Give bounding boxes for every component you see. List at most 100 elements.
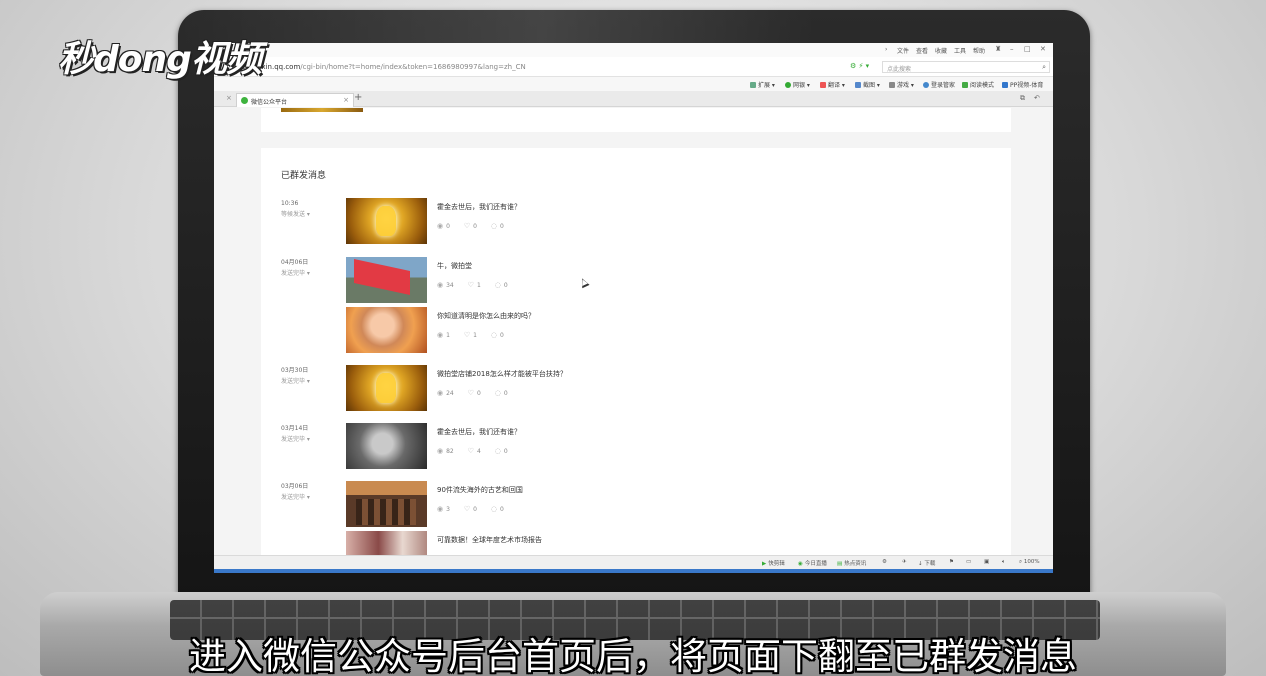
close-icon[interactable]: × bbox=[343, 96, 349, 104]
menu-favorites[interactable]: 收藏 bbox=[935, 46, 947, 55]
close-icon[interactable]: ✕ bbox=[1040, 45, 1046, 53]
article-title[interactable]: 可靠数据！全球年度艺术市场报告 bbox=[437, 535, 542, 545]
status-label: 发送完毕 bbox=[281, 378, 306, 385]
message-item[interactable]: 霍金去世后，我们还有谁？ ◉ 0 ♡ 0 ◌ 0 bbox=[346, 198, 986, 244]
heart-icon: ♡ bbox=[463, 222, 471, 230]
toolbar-pp-video[interactable]: PP视频-体育 bbox=[1002, 80, 1043, 89]
sound-icon[interactable]: 🔈︎ bbox=[1002, 559, 1005, 566]
statusbar-label: 下载 bbox=[924, 561, 936, 567]
thumbnail-image[interactable] bbox=[346, 257, 427, 303]
like-count: ♡ 0 bbox=[464, 505, 477, 513]
message-item[interactable]: 微拍堂店铺2018怎么样才能被平台扶持？ ◉ 24 ♡ 0 ◌ 0 bbox=[346, 365, 986, 411]
toolbar-reading-mode[interactable]: 阅读模式 bbox=[962, 80, 994, 89]
ebank-icon bbox=[785, 82, 791, 88]
message-item[interactable]: 90件流失海外的古艺和回国 ◉ 3 ♡ 0 ◌ 0 bbox=[346, 481, 986, 527]
toolbar-label: PP视频-体育 bbox=[1010, 82, 1044, 89]
secure-lightning-icon[interactable]: ⚙ ⚡ ▾ bbox=[850, 62, 869, 70]
new-tab-icon[interactable]: + bbox=[354, 92, 362, 103]
pp-video-icon bbox=[1002, 82, 1008, 88]
date-text: 03月30日 bbox=[281, 367, 309, 374]
statusbar-download[interactable]: ↓ 下载 bbox=[918, 559, 935, 567]
heart-icon: ♡ bbox=[467, 447, 474, 455]
tab-label: 微信公众平台 bbox=[251, 99, 288, 106]
message-item[interactable]: 你知道清明是你怎么由来的吗？ ◉ 1 ♡ 1 ◌ 0 bbox=[346, 307, 986, 353]
zoom-icon: ⌕ bbox=[1019, 559, 1023, 565]
window-icon[interactable]: ▭ bbox=[966, 559, 971, 565]
send-status[interactable]: 发送完毕 ▾ bbox=[281, 268, 310, 279]
toolbar-extensions[interactable]: 扩展 ▾ bbox=[750, 80, 775, 89]
toolbar-translate[interactable]: 翻译 ▾ bbox=[820, 80, 845, 89]
thumbnail-image[interactable] bbox=[346, 365, 427, 411]
download-icon: ↓ bbox=[918, 561, 923, 567]
toolbar-login-manager[interactable]: 登录管家 bbox=[923, 80, 955, 89]
count: 0 bbox=[476, 390, 481, 397]
undo-icon[interactable]: ↶ bbox=[1034, 94, 1040, 102]
article-title[interactable]: 90件流失海外的古艺和回国 bbox=[437, 485, 523, 495]
pin-icon[interactable]: ✈ bbox=[902, 559, 907, 565]
restore-window-icon[interactable]: ⧉ bbox=[1020, 94, 1025, 103]
article-title[interactable]: 霍金去世后，我们还有谁？ bbox=[437, 427, 521, 437]
tab-weixin[interactable]: 微信公众平台 × bbox=[236, 93, 354, 107]
taskbar bbox=[214, 569, 1053, 573]
message-date: 10:36 等候发送 ▾ bbox=[281, 198, 310, 220]
url-path: /cgi-bin/home?t=home/index&token=1686980… bbox=[300, 63, 526, 71]
thumbnail-image[interactable] bbox=[346, 307, 427, 353]
settings-icon[interactable]: ⚙ bbox=[882, 559, 887, 565]
send-status[interactable]: 发送完毕 ▾ bbox=[281, 376, 310, 387]
statusbar-quick-edit[interactable]: ▶ 快剪辑 bbox=[762, 559, 785, 567]
view-count: ◉ 1 bbox=[437, 331, 450, 339]
thumbnail-image[interactable] bbox=[346, 531, 427, 555]
minimize-icon[interactable]: – bbox=[1010, 45, 1014, 53]
url-field[interactable]: mp.weixin.qq.com/cgi-bin/home?t=home/ind… bbox=[236, 63, 526, 71]
eye-icon: ◉ bbox=[437, 281, 444, 289]
menu-tools[interactable]: 工具 bbox=[954, 46, 966, 55]
flag-icon[interactable]: ⚑ bbox=[949, 559, 954, 565]
menu-file[interactable]: 文件 bbox=[897, 46, 909, 55]
menu-help[interactable]: 帮助 bbox=[973, 46, 985, 55]
comment-icon: ◌ bbox=[490, 222, 497, 230]
address-bar[interactable]: mp.weixin.qq.com/cgi-bin/home?t=home/ind… bbox=[214, 57, 1053, 77]
tab-bar: × 微信公众平台 × + ⧉ ↶ bbox=[214, 91, 1053, 107]
message-item[interactable]: 牛，微拍堂 ◉ 34 ♡ 1 ◌ 0 bbox=[346, 257, 986, 303]
count: 82 bbox=[446, 448, 454, 455]
article-title[interactable]: 你知道清明是你怎么由来的吗？ bbox=[437, 311, 535, 321]
article-stats: ◉ 34 ♡ 1 ◌ 0 bbox=[437, 281, 520, 289]
like-count: ♡ 1 bbox=[464, 331, 477, 339]
send-status[interactable]: 发送完毕 ▾ bbox=[281, 434, 310, 445]
layout-icon[interactable]: ▣ bbox=[984, 559, 989, 565]
chevron-right-icon[interactable]: › bbox=[885, 46, 887, 53]
thumbnail-image[interactable] bbox=[346, 198, 427, 244]
message-date: 03月30日 发送完毕 ▾ bbox=[281, 365, 310, 387]
message-item[interactable]: 霍金去世后，我们还有谁？ ◉ 82 ♡ 4 ◌ 0 bbox=[346, 423, 986, 469]
statusbar-live[interactable]: ◉ 今日直播 bbox=[798, 559, 827, 567]
comment-icon: ◌ bbox=[490, 505, 497, 513]
statusbar-zoom[interactable]: ⌕ 100% bbox=[1019, 559, 1040, 566]
thumbnail-image[interactable] bbox=[346, 423, 427, 469]
statusbar-news[interactable]: ▤ 热点资讯 bbox=[837, 559, 866, 567]
message-item[interactable]: 可靠数据！全球年度艺术市场报告 bbox=[346, 531, 986, 555]
search-icon[interactable]: ⌕ bbox=[1042, 63, 1046, 72]
menu-view[interactable]: 查看 bbox=[916, 46, 928, 55]
search-input[interactable]: 点此搜索 ⌕ bbox=[882, 61, 1050, 73]
thumbnail-image[interactable] bbox=[346, 481, 427, 527]
toolbar-games[interactable]: 游戏 ▾ bbox=[889, 80, 914, 89]
heart-icon: ♡ bbox=[467, 389, 474, 397]
article-title[interactable]: 牛，微拍堂 bbox=[437, 261, 472, 271]
article-title[interactable]: 微拍堂店铺2018怎么样才能被平台扶持？ bbox=[437, 369, 567, 379]
zoom-level: 100% bbox=[1023, 559, 1040, 565]
date-text: 04月06日 bbox=[281, 259, 309, 266]
toolbar-screenshot[interactable]: 截图 ▾ bbox=[855, 80, 880, 89]
send-status[interactable]: 发送完毕 ▾ bbox=[281, 492, 310, 503]
count: 0 bbox=[503, 390, 508, 397]
status-label: 发送完毕 bbox=[281, 436, 306, 443]
maximize-icon[interactable]: □ bbox=[1024, 45, 1031, 53]
toolbar-ebank[interactable]: 网银 ▾ bbox=[785, 80, 810, 89]
toolbar-label: 网银 bbox=[793, 82, 806, 89]
close-icon[interactable]: × bbox=[226, 94, 232, 102]
translate-icon bbox=[820, 82, 826, 88]
send-status[interactable]: 等候发送 ▾ bbox=[281, 209, 310, 220]
count: 0 bbox=[446, 223, 450, 230]
shirt-icon[interactable]: ♜ bbox=[995, 45, 1001, 53]
count: 1 bbox=[473, 332, 477, 339]
article-title[interactable]: 霍金去世后，我们还有谁？ bbox=[437, 202, 521, 212]
